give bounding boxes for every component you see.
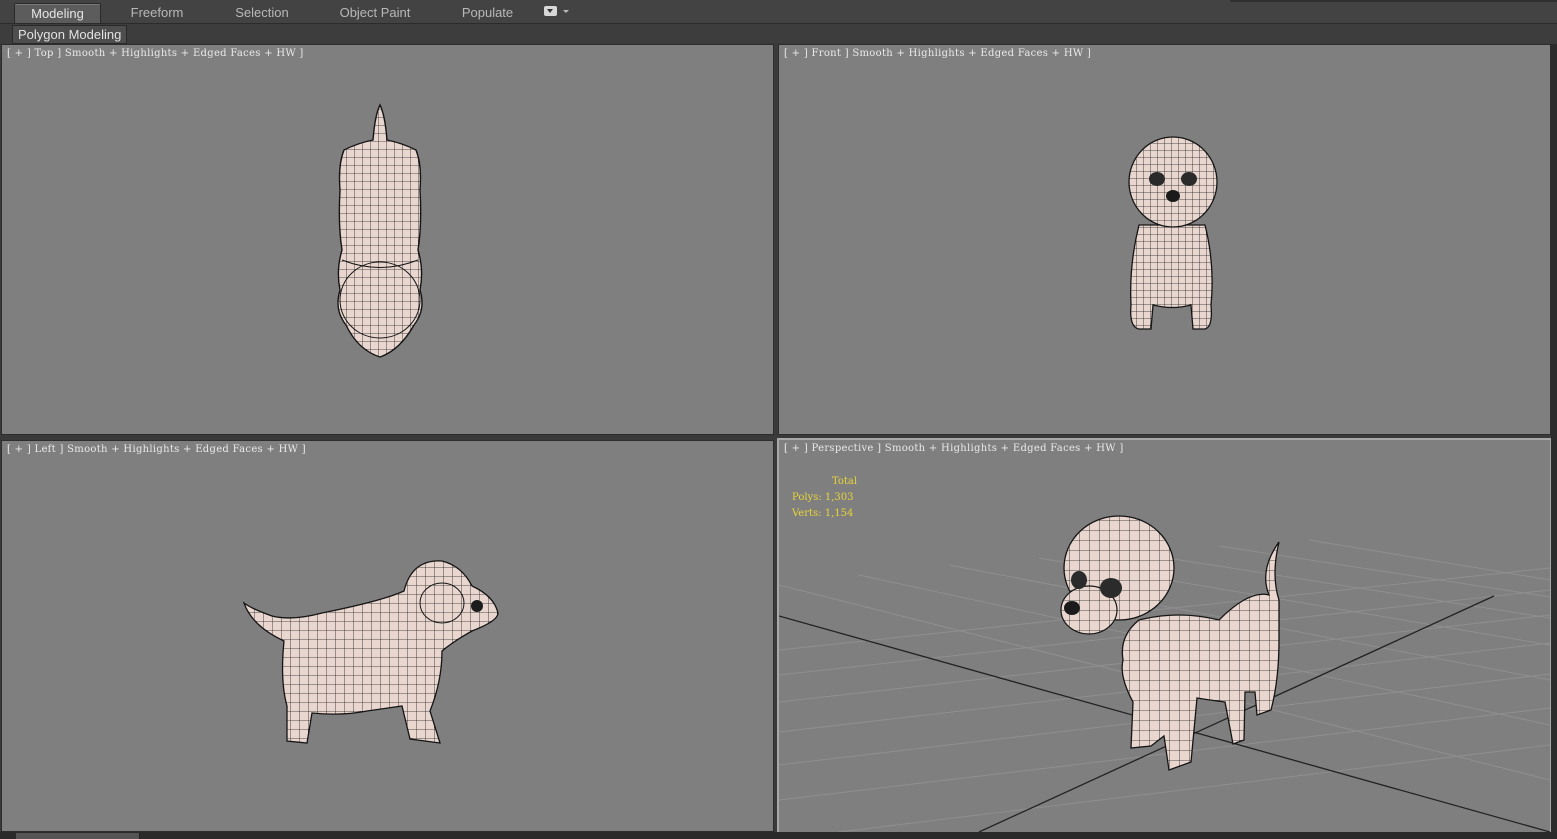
polygon-modeling-tab[interactable]: Polygon Modeling bbox=[12, 25, 128, 44]
ribbon-bar: Modeling Freeform Selection Object Paint… bbox=[0, 0, 1557, 24]
timeline-slider[interactable] bbox=[16, 833, 140, 839]
status-bar bbox=[0, 832, 1557, 839]
ribbon-subbar: Polygon Modeling bbox=[0, 24, 1557, 44]
dog-mesh-perspective bbox=[1060, 515, 1280, 771]
viewport-top[interactable]: [ + ] Top ] Smooth + Highlights + Edged … bbox=[1, 44, 774, 435]
tab-object-paint[interactable]: Object Paint bbox=[330, 3, 420, 22]
tab-freeform[interactable]: Freeform bbox=[117, 3, 197, 22]
ribbon-options-icon[interactable] bbox=[544, 6, 557, 16]
viewport-scrollbar[interactable] bbox=[1551, 44, 1557, 834]
dog-mesh-left bbox=[242, 560, 499, 744]
dog-mesh-front bbox=[1128, 136, 1218, 330]
chevron-down-icon[interactable] bbox=[563, 10, 569, 13]
viewport-perspective[interactable]: [ + ] Perspective ] Smooth + Highlights … bbox=[777, 438, 1552, 834]
dog-mesh-top bbox=[337, 103, 423, 358]
perspective-scene bbox=[779, 515, 1550, 832]
viewport-front[interactable]: [ + ] Front ] Smooth + Highlights + Edge… bbox=[778, 44, 1551, 435]
ribbon-divider bbox=[1230, 0, 1557, 2]
tab-populate[interactable]: Populate bbox=[450, 3, 525, 22]
tab-modeling[interactable]: Modeling bbox=[14, 3, 101, 23]
tab-selection[interactable]: Selection bbox=[222, 3, 302, 22]
viewport-left[interactable]: [ + ] Left ] Smooth + Highlights + Edged… bbox=[1, 440, 774, 832]
